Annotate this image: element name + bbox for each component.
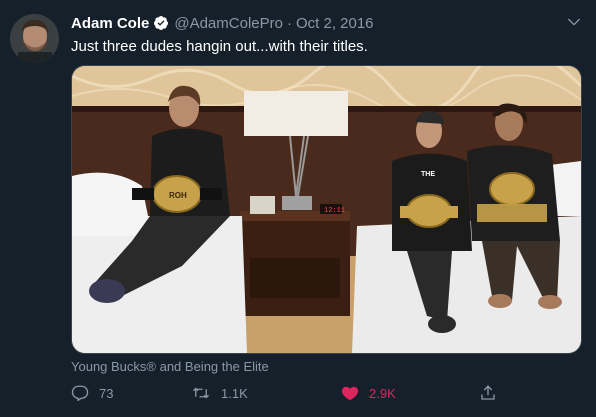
display-name[interactable]: Adam Cole: [71, 15, 149, 32]
reply-icon: [71, 385, 89, 401]
tweet-photo[interactable]: 12:11 ROH THE: [71, 65, 582, 354]
tweet-date[interactable]: Oct 2, 2016: [296, 15, 374, 32]
heart-icon: [341, 386, 359, 401]
separator-dot: ·: [286, 14, 292, 32]
reply-count: 73: [99, 385, 114, 401]
handle[interactable]: @AdamColePro: [174, 15, 283, 32]
share-button[interactable]: [479, 384, 507, 402]
clock-text: 12:11: [324, 207, 345, 215]
reply-button[interactable]: 73: [71, 384, 113, 402]
tagged-context[interactable]: Young Bucks® and Being the Elite: [71, 359, 269, 374]
belt-label: ROH: [169, 191, 187, 200]
tweet-text: Just three dudes hangin out...with their…: [71, 38, 368, 55]
share-icon: [481, 385, 495, 400]
verified-badge-icon: [153, 15, 169, 31]
retweet-count: 1.1K: [221, 385, 248, 401]
like-count: 2.9K: [369, 385, 396, 401]
avatar[interactable]: [10, 14, 59, 63]
tweet-actions: 73 1.1K 2.9K: [71, 384, 511, 406]
retweet-button[interactable]: 1.1K: [191, 384, 248, 402]
tweet-card[interactable]: Adam Cole @AdamColePro · Oct 2, 2016 Jus…: [0, 0, 596, 417]
tweet-header: Adam Cole @AdamColePro · Oct 2, 2016: [71, 13, 374, 33]
like-button[interactable]: 2.9K: [341, 384, 396, 402]
photo-illustration: 12:11 ROH THE: [72, 66, 581, 353]
shirt-label: THE: [421, 171, 435, 178]
caret-down-icon[interactable]: [566, 14, 582, 30]
retweet-icon: [193, 387, 209, 399]
